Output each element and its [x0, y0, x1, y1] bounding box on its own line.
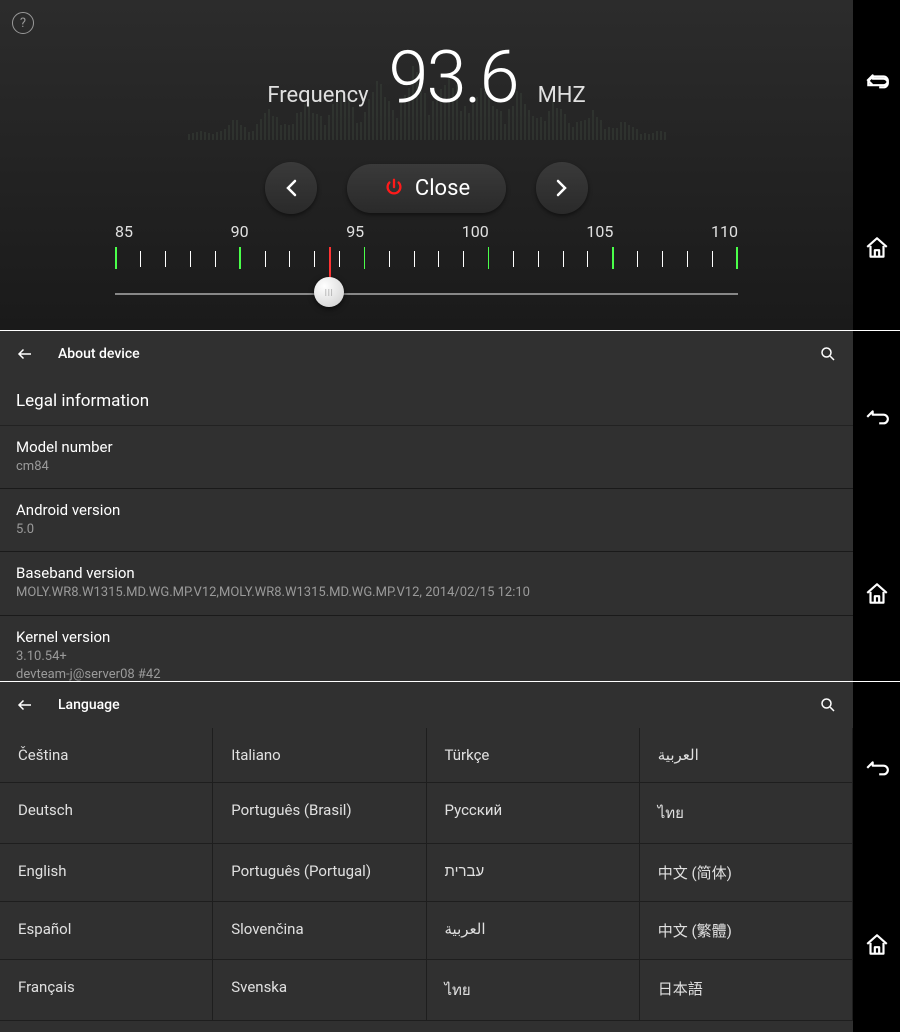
language-option[interactable]: Italiano	[213, 728, 426, 783]
language-option[interactable]: العربية	[640, 728, 853, 783]
info-value: cm84	[16, 458, 837, 476]
language-option[interactable]: Türkçe	[427, 728, 640, 783]
help-button[interactable]: ?	[12, 12, 34, 34]
language-option[interactable]: العربية	[427, 902, 640, 960]
scale-label: 85	[115, 222, 133, 241]
prev-button[interactable]	[265, 162, 317, 214]
info-value: 5.0	[16, 521, 837, 539]
info-label: Baseband version	[16, 564, 837, 582]
scale-label: 95	[346, 222, 364, 241]
tuner-knob[interactable]	[314, 277, 344, 307]
language-option[interactable]: עברית	[427, 844, 640, 902]
info-value: 3.10.54+ devteam-j@server08 #42 Mon Jun …	[16, 648, 837, 681]
about-row[interactable]: Baseband version MOLY.WR8.W1315.MD.WG.MP.…	[0, 552, 853, 615]
language-option[interactable]: Slovenčina	[213, 902, 426, 960]
back-icon[interactable]	[864, 70, 890, 96]
chevron-right-icon	[555, 179, 569, 197]
language-option[interactable]: Português (Portugal)	[213, 844, 426, 902]
legal-information-row[interactable]: Legal information	[0, 377, 853, 426]
chevron-left-icon	[284, 179, 298, 197]
back-icon[interactable]	[864, 406, 890, 432]
scale-label: 110	[711, 222, 738, 241]
about-row[interactable]: Kernel version 3.10.54+ devteam-j@server0…	[0, 616, 853, 681]
frequency-unit: MHZ	[538, 83, 586, 108]
frequency-value: 93.6	[389, 35, 518, 120]
language-option[interactable]: Svenska	[213, 960, 426, 1021]
about-row[interactable]: Android version 5.0	[0, 489, 853, 552]
home-icon[interactable]	[864, 581, 890, 607]
scale-label: 90	[231, 222, 249, 241]
scale-label: 105	[586, 222, 613, 241]
scale-label: 100	[462, 222, 489, 241]
back-arrow-icon[interactable]	[16, 345, 34, 363]
frequency-label: Frequency	[267, 83, 368, 108]
home-icon[interactable]	[864, 932, 890, 958]
power-icon	[383, 177, 405, 199]
tuner[interactable]: 85 90 95 100 105 110	[115, 222, 738, 287]
language-option[interactable]: Português (Brasil)	[213, 783, 426, 844]
language-option[interactable]: 中文 (繁體)	[640, 902, 853, 960]
back-icon[interactable]	[864, 757, 890, 783]
about-device-panel: About device Legal information Model num…	[0, 331, 900, 681]
close-label: Close	[415, 176, 470, 201]
language-title: Language	[58, 697, 819, 713]
info-value: MOLY.WR8.W1315.MD.WG.MP.V12,MOLY.WR8.W13…	[16, 584, 837, 602]
language-option[interactable]: 日本語	[640, 960, 853, 1021]
search-icon[interactable]	[819, 345, 837, 363]
language-panel: Language ČeštinaItalianoTürkçeالعربيةDeu…	[0, 682, 900, 1032]
language-option[interactable]: Español	[0, 902, 213, 960]
frequency-display: Frequency 93.6 MHZ	[0, 35, 853, 120]
language-option[interactable]: ไทย	[427, 960, 640, 1021]
back-arrow-icon[interactable]	[16, 696, 34, 714]
language-option[interactable]: ไทย	[640, 783, 853, 844]
next-button[interactable]	[536, 162, 588, 214]
language-option[interactable]: 中文 (简体)	[640, 844, 853, 902]
close-button[interactable]: Close	[347, 164, 506, 213]
info-label: Kernel version	[16, 628, 837, 646]
info-label: Model number	[16, 438, 837, 456]
language-option[interactable]: Čeština	[0, 728, 213, 783]
language-option[interactable]: English	[0, 844, 213, 902]
about-title: About device	[58, 346, 819, 362]
search-icon[interactable]	[819, 696, 837, 714]
language-option[interactable]: Deutsch	[0, 783, 213, 844]
info-label: Android version	[16, 501, 837, 519]
about-row[interactable]: Model number cm84	[0, 426, 853, 489]
home-icon[interactable]	[864, 235, 890, 261]
language-option[interactable]: Français	[0, 960, 213, 1021]
radio-panel: ? Frequency 93.6 MHZ Close 8590951	[0, 0, 900, 330]
language-option[interactable]: Русский	[427, 783, 640, 844]
